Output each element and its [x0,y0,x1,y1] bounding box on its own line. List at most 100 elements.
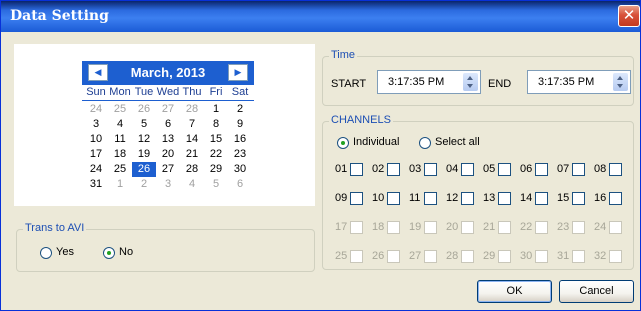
calendar-day[interactable]: 12 [132,132,156,147]
calendar-day[interactable]: 21 [180,147,204,162]
channel-checkbox[interactable]: 12 [446,192,474,206]
calendar-day[interactable]: 22 [204,147,228,162]
calendar-day-selected[interactable]: 26 [132,162,156,177]
channel-checkbox[interactable]: 04 [446,163,474,177]
channel-checkbox[interactable]: 05 [483,163,511,177]
checkbox-icon[interactable] [350,163,363,176]
calendar-day[interactable]: 4 [108,117,132,132]
calendar-day[interactable]: 4 [180,177,204,192]
calendar-day[interactable]: 28 [180,162,204,177]
channel-checkbox[interactable]: 15 [557,192,585,206]
channel-number: 05 [483,163,496,175]
channel-checkbox[interactable]: 06 [520,163,548,177]
channel-checkbox: 23 [557,221,585,235]
calendar-day[interactable]: 7 [180,117,204,132]
channel-number: 32 [594,250,607,262]
calendar-day[interactable]: 25 [108,162,132,177]
next-month-button[interactable]: ▶ [228,64,248,81]
channel-checkbox[interactable]: 02 [372,163,400,177]
checkbox-icon[interactable] [609,192,622,205]
calendar-day[interactable]: 25 [108,102,132,117]
channel-number: 29 [483,250,496,262]
channel-checkbox[interactable]: 01 [335,163,363,177]
channel-checkbox[interactable]: 08 [594,163,622,177]
channel-number: 24 [594,221,607,233]
calendar-day[interactable]: 24 [84,162,108,177]
channel-checkbox[interactable]: 16 [594,192,622,206]
checkbox-icon[interactable] [609,163,622,176]
checkbox-icon[interactable] [387,163,400,176]
checkbox-icon[interactable] [535,192,548,205]
channel-checkbox[interactable]: 14 [520,192,548,206]
channel-checkbox[interactable]: 07 [557,163,585,177]
channel-checkbox[interactable]: 03 [409,163,437,177]
calendar-day[interactable]: 1 [108,177,132,192]
checkbox-icon[interactable] [424,192,437,205]
channel-number: 30 [520,250,533,262]
channel-number: 02 [372,163,385,175]
start-time-field[interactable]: 3:17:35 PM [377,70,481,94]
calendar-day[interactable]: 3 [156,177,180,192]
calendar-day[interactable]: 15 [204,132,228,147]
close-button[interactable]: ✕ [618,5,640,27]
channel-checkbox[interactable]: 09 [335,192,363,206]
calendar-day[interactable]: 17 [84,147,108,162]
calendar-day[interactable]: 31 [84,177,108,192]
calendar-day[interactable]: 1 [204,102,228,117]
calendar-day[interactable]: 2 [228,102,252,117]
checkbox-icon [498,250,511,263]
calendar-day[interactable]: 10 [84,132,108,147]
calendar-day[interactable]: 27 [156,162,180,177]
checkbox-icon [572,250,585,263]
calendar-day[interactable]: 3 [84,117,108,132]
channel-checkbox[interactable]: 11 [409,192,437,206]
end-time-field[interactable]: 3:17:35 PM [527,70,631,94]
calendar-day[interactable]: 2 [132,177,156,192]
ok-button[interactable]: OK [477,280,552,303]
channel-checkbox[interactable]: 10 [372,192,400,206]
checkbox-icon[interactable] [461,192,474,205]
spin-arrows-icon[interactable] [613,73,628,91]
channel-checkbox: 18 [372,221,400,235]
calendar-day[interactable]: 6 [156,117,180,132]
calendar-day[interactable]: 23 [228,147,252,162]
checkbox-icon[interactable] [387,192,400,205]
calendar-day[interactable]: 5 [204,177,228,192]
calendar-day[interactable]: 19 [132,147,156,162]
checkbox-icon[interactable] [535,163,548,176]
calendar-day[interactable]: 27 [156,102,180,117]
checkbox-icon[interactable] [572,192,585,205]
checkbox-icon[interactable] [572,163,585,176]
calendar-day[interactable]: 8 [204,117,228,132]
calendar-day[interactable]: 16 [228,132,252,147]
calendar-day[interactable]: 29 [204,162,228,177]
title-bar[interactable]: Data Setting ✕ [1,1,640,32]
checkbox-icon [387,250,400,263]
checkbox-icon[interactable] [461,163,474,176]
checkbox-icon [535,221,548,234]
calendar-day[interactable]: 13 [156,132,180,147]
checkbox-icon[interactable] [424,163,437,176]
calendar-day[interactable]: 11 [108,132,132,147]
calendar-day[interactable]: 24 [84,102,108,117]
channel-checkbox: 28 [446,250,474,264]
calendar-day[interactable]: 26 [132,102,156,117]
cancel-button[interactable]: Cancel [559,280,634,303]
radio-icon [337,137,349,149]
spin-arrows-icon[interactable] [463,73,478,91]
calendar-day[interactable]: 28 [180,102,204,117]
channel-number: 11 [409,192,421,204]
calendar-day[interactable]: 20 [156,147,180,162]
checkbox-icon[interactable] [350,192,363,205]
calendar-day[interactable]: 18 [108,147,132,162]
calendar-day[interactable]: 9 [228,117,252,132]
calendar-day[interactable]: 14 [180,132,204,147]
calendar-day[interactable]: 5 [132,117,156,132]
checkbox-icon[interactable] [498,192,511,205]
channel-number: 31 [557,250,570,262]
calendar-divider [82,100,254,101]
channel-checkbox[interactable]: 13 [483,192,511,206]
calendar-day[interactable]: 30 [228,162,252,177]
calendar-day[interactable]: 6 [228,177,252,192]
checkbox-icon[interactable] [498,163,511,176]
